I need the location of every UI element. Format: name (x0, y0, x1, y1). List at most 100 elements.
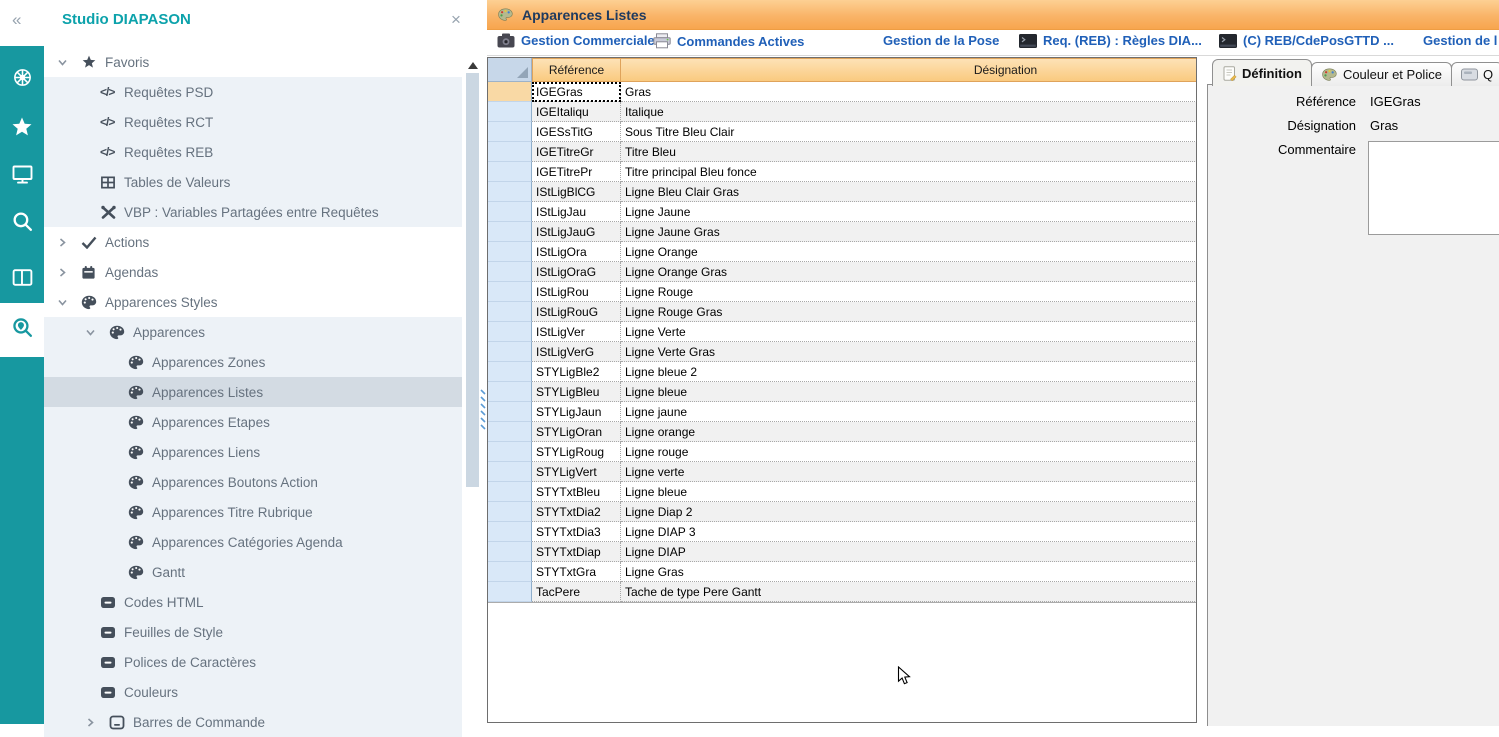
cell-designation[interactable]: Ligne Bleu Clair Gras (621, 182, 1197, 202)
cell-designation[interactable]: Ligne Verte Gras (621, 342, 1197, 362)
cell-reference[interactable]: IStLigJau (532, 202, 621, 222)
scroll-up-icon[interactable] (465, 58, 480, 72)
row-selector[interactable] (488, 202, 532, 222)
tree-item[interactable]: </>Requêtes RCT (44, 107, 462, 137)
cell-designation[interactable]: Ligne DIAP 3 (621, 522, 1197, 542)
row-selector[interactable] (488, 522, 532, 542)
cell-designation[interactable]: Sous Titre Bleu Clair (621, 122, 1197, 142)
cell-reference[interactable]: IStLigVer (532, 322, 621, 342)
cell-reference[interactable]: STYLigVert (532, 462, 621, 482)
row-selector[interactable] (488, 82, 532, 102)
tree-item[interactable]: Apparences Styles (44, 287, 462, 317)
cell-reference[interactable]: STYTxtDiap (532, 542, 621, 562)
row-selector[interactable] (488, 182, 532, 202)
cell-designation[interactable]: Ligne Orange (621, 242, 1197, 262)
column-header-designation[interactable]: Désignation (621, 58, 1197, 82)
cell-designation[interactable]: Ligne DIAP (621, 542, 1197, 562)
tree-scrollbar[interactable] (465, 57, 480, 724)
chevron-right-icon[interactable] (85, 717, 109, 728)
row-selector[interactable] (488, 542, 532, 562)
cell-designation[interactable]: Ligne Diap 2 (621, 502, 1197, 522)
row-selector[interactable] (488, 502, 532, 522)
cell-reference[interactable]: STYLigBle2 (532, 362, 621, 382)
scrollbar-thumb[interactable] (466, 73, 479, 487)
tree-item[interactable]: Apparences Etapes (44, 407, 462, 437)
cell-reference[interactable]: IStLigRouG (532, 302, 621, 322)
collapse-panel-icon[interactable]: « (12, 10, 21, 30)
cell-designation[interactable]: Ligne verte (621, 462, 1197, 482)
tree-item[interactable]: Codes HTML (44, 587, 462, 617)
grid-corner-cell[interactable] (488, 58, 532, 82)
chevron-down-icon[interactable] (85, 327, 109, 338)
tab-partial[interactable]: Q (1451, 62, 1499, 86)
cell-reference[interactable]: STYLigOran (532, 422, 621, 442)
rail-item-columns[interactable] (0, 256, 44, 303)
cell-designation[interactable]: Titre principal Bleu fonce (621, 162, 1197, 182)
tree-item[interactable]: Apparences Zones (44, 347, 462, 377)
row-selector[interactable] (488, 142, 532, 162)
cell-designation[interactable]: Ligne Orange Gras (621, 262, 1197, 282)
row-selector[interactable] (488, 122, 532, 142)
tree-item[interactable]: Gantt (44, 557, 462, 587)
tree-item[interactable]: Apparences Listes (44, 377, 462, 407)
comment-field[interactable] (1368, 141, 1499, 235)
toolbar-window-item[interactable]: Gestion Commerciale ... (497, 33, 669, 48)
chevron-down-icon[interactable] (57, 57, 81, 68)
rail-item-monitor[interactable] (0, 153, 44, 200)
row-selector[interactable] (488, 362, 532, 382)
toolbar-window-item[interactable]: Gestion de l (1423, 33, 1497, 48)
row-selector[interactable] (488, 442, 532, 462)
row-selector[interactable] (488, 422, 532, 442)
cell-designation[interactable]: Ligne Rouge Gras (621, 302, 1197, 322)
cell-designation[interactable]: Ligne Rouge (621, 282, 1197, 302)
cell-designation[interactable]: Ligne bleue (621, 382, 1197, 402)
cell-reference[interactable]: IGETitreGr (532, 142, 621, 162)
cell-reference[interactable]: IStLigOraG (532, 262, 621, 282)
cell-designation[interactable]: Ligne orange (621, 422, 1197, 442)
cell-reference[interactable]: IStLigOra (532, 242, 621, 262)
rail-item-star[interactable] (0, 106, 44, 153)
row-selector[interactable] (488, 322, 532, 342)
tree-item[interactable]: Agendas (44, 257, 462, 287)
cell-reference[interactable]: IGEGras (532, 82, 621, 102)
tree-item[interactable]: Apparences Catégories Agenda (44, 527, 462, 557)
cell-reference[interactable]: IGESsTitG (532, 122, 621, 142)
chevron-right-icon[interactable] (57, 237, 81, 248)
cell-reference[interactable]: STYTxtGra (532, 562, 621, 582)
rail-item-search[interactable] (0, 200, 44, 247)
column-header-reference[interactable]: Référence (532, 58, 621, 82)
cell-designation[interactable]: Gras (621, 82, 1197, 102)
close-icon[interactable]: × (451, 10, 461, 30)
panel-splitter[interactable] (479, 388, 487, 437)
row-selector[interactable] (488, 282, 532, 302)
rail-item-pin-search[interactable] (0, 303, 44, 357)
cell-designation[interactable]: Ligne rouge (621, 442, 1197, 462)
cell-reference[interactable]: STYTxtBleu (532, 482, 621, 502)
tree-item[interactable]: Favoris (44, 47, 462, 77)
row-selector[interactable] (488, 102, 532, 122)
tab-definition[interactable]: Définition (1212, 59, 1312, 86)
tree-item[interactable]: </>Requêtes PSD (44, 77, 462, 107)
cell-designation[interactable]: Ligne bleue (621, 482, 1197, 502)
tab-couleur-et-police[interactable]: Couleur et Police (1311, 62, 1452, 86)
cell-designation[interactable]: Ligne Gras (621, 562, 1197, 582)
row-selector[interactable] (488, 242, 532, 262)
cell-reference[interactable]: TacPere (532, 582, 621, 602)
row-selector[interactable] (488, 222, 532, 242)
tree-item[interactable]: Actions (44, 227, 462, 257)
cell-reference[interactable]: STYTxtDia2 (532, 502, 621, 522)
tree-item[interactable]: VBP : Variables Partagées entre Requêtes (44, 197, 462, 227)
tree-item[interactable]: Apparences (44, 317, 462, 347)
cell-designation[interactable]: Ligne jaune (621, 402, 1197, 422)
row-selector[interactable] (488, 482, 532, 502)
row-selector[interactable] (488, 342, 532, 362)
cell-reference[interactable]: IStLigBlCG (532, 182, 621, 202)
cell-reference[interactable]: IStLigRou (532, 282, 621, 302)
cell-reference[interactable]: STYLigJaun (532, 402, 621, 422)
cell-designation[interactable]: Tache de type Pere Gantt (621, 582, 1197, 602)
row-selector[interactable] (488, 582, 532, 602)
row-selector[interactable] (488, 162, 532, 182)
cell-reference[interactable]: IStLigJauG (532, 222, 621, 242)
row-selector[interactable] (488, 462, 532, 482)
row-selector[interactable] (488, 402, 532, 422)
